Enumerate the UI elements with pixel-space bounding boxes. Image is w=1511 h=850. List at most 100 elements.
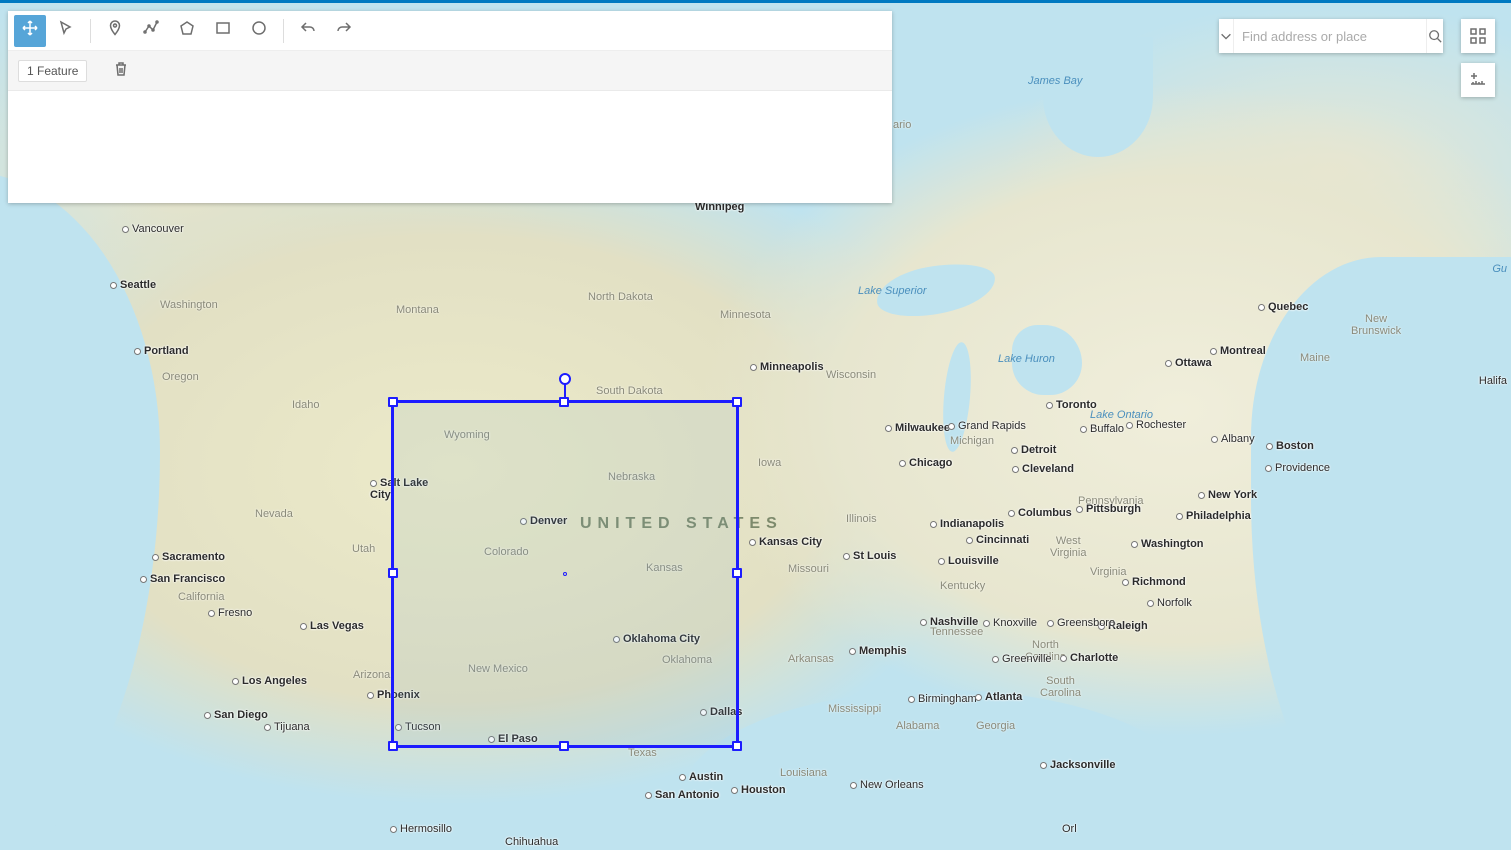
polygon-tool-button[interactable] — [171, 15, 203, 47]
state-minnesota: Minnesota — [720, 309, 771, 321]
pan-tool-button[interactable] — [14, 15, 46, 47]
city-orl: Orl — [1062, 823, 1077, 835]
undo-button[interactable] — [292, 15, 324, 47]
sketch-rectangle-feature[interactable] — [391, 400, 739, 748]
feature-info-bar: 1 Feature — [8, 51, 892, 91]
city-birmingham: Birmingham — [908, 693, 977, 705]
city-rochester: Rochester — [1126, 419, 1186, 431]
pacific-ocean-shape — [0, 172, 160, 850]
city-atlanta: Atlanta — [975, 691, 1022, 703]
city-quebec: Quebec — [1258, 301, 1308, 313]
city-houston: Houston — [731, 784, 786, 796]
city-los-angeles: Los Angeles — [232, 675, 307, 687]
city-philadelphia: Philadelphia — [1176, 510, 1251, 522]
state-idaho: Idaho — [292, 399, 320, 411]
redo-button[interactable] — [328, 15, 360, 47]
state-texas: Texas — [628, 747, 657, 759]
toolbar-separator — [283, 19, 284, 43]
pin-icon — [107, 20, 123, 41]
map-view[interactable]: UNITED STATES James Bay Lake Superior La… — [0, 3, 1511, 850]
state-north-dakota: North Dakota — [588, 291, 653, 303]
state-arizona: Arizona — [353, 669, 390, 681]
city-providence: Providence — [1265, 462, 1330, 474]
resize-handle-n[interactable] — [559, 397, 569, 407]
james-bay-shape — [1043, 37, 1153, 157]
measure-button[interactable] — [1461, 63, 1495, 97]
state-missouri: Missouri — [788, 563, 829, 575]
city-las-vegas: Las Vegas — [300, 620, 364, 632]
state-washington: Washington — [160, 299, 218, 311]
state-mississippi: Mississippi — [828, 703, 881, 715]
state-illinois: Illinois — [846, 513, 877, 525]
search-source-dropdown[interactable] — [1219, 19, 1234, 53]
prov-ontario: ario — [893, 119, 911, 131]
city-minneapolis: Minneapolis — [750, 361, 824, 373]
city-tijuana: Tijuana — [264, 721, 310, 733]
polyline-tool-button[interactable] — [135, 15, 167, 47]
resize-handle-sw[interactable] — [388, 741, 398, 751]
rectangle-tool-button[interactable] — [207, 15, 239, 47]
state-iowa: Iowa — [758, 457, 781, 469]
move-icon — [22, 20, 38, 41]
city-grand-rapids: Grand Rapids — [948, 420, 1026, 432]
city-new-york: New York — [1198, 489, 1257, 501]
resize-handle-s[interactable] — [559, 741, 569, 751]
city-norfolk: Norfolk — [1147, 597, 1192, 609]
city-san-diego: San Diego — [204, 709, 268, 721]
city-pittsburgh: Pittsburgh — [1076, 503, 1141, 515]
rotate-handle[interactable] — [559, 373, 571, 385]
city-washington-dc: Washington — [1131, 538, 1204, 550]
polygon-icon — [179, 20, 195, 41]
state-oregon: Oregon — [162, 371, 199, 383]
circle-icon — [251, 20, 267, 41]
state-california: California — [178, 591, 224, 603]
sketch-panel: 1 Feature — [8, 11, 892, 203]
state-arkansas: Arkansas — [788, 653, 834, 665]
city-toronto: Toronto — [1046, 399, 1097, 411]
water-label-lake-superior: Lake Superior — [858, 285, 927, 297]
city-detroit: Detroit — [1011, 444, 1056, 456]
search-input[interactable] — [1234, 29, 1426, 44]
city-chihuahua: Chihuahua — [505, 836, 558, 848]
sketch-toolbar — [8, 11, 892, 51]
city-chicago: Chicago — [899, 457, 952, 469]
resize-handle-w[interactable] — [388, 568, 398, 578]
select-tool-button[interactable] — [50, 15, 82, 47]
undo-icon — [300, 20, 316, 41]
resize-handle-e[interactable] — [732, 568, 742, 578]
city-kansas-city: Kansas City — [749, 536, 822, 548]
city-fresno: Fresno — [208, 607, 252, 619]
resize-handle-se[interactable] — [732, 741, 742, 751]
basemap-gallery-button[interactable] — [1461, 19, 1495, 53]
city-portland: Portland — [134, 345, 189, 357]
city-montreal: Montreal — [1210, 345, 1266, 357]
city-cleveland: Cleveland — [1012, 463, 1074, 475]
point-tool-button[interactable] — [99, 15, 131, 47]
search-button[interactable] — [1426, 19, 1443, 53]
city-halifax: Halifa — [1479, 375, 1507, 387]
water-label-lake-huron: Lake Huron — [998, 353, 1055, 365]
state-michigan: Michigan — [950, 435, 994, 447]
state-south-dakota: South Dakota — [596, 385, 663, 397]
city-boston: Boston — [1266, 440, 1314, 452]
city-hermosillo: Hermosillo — [390, 823, 452, 835]
toolbar-separator — [90, 19, 91, 43]
city-knoxville: Knoxville — [983, 617, 1037, 629]
state-nevada: Nevada — [255, 508, 293, 520]
city-columbus: Columbus — [1008, 507, 1072, 519]
city-indianapolis: Indianapolis — [930, 518, 1004, 530]
cursor-icon — [58, 20, 74, 41]
city-jacksonville: Jacksonville — [1040, 759, 1115, 771]
state-kentucky: Kentucky — [940, 580, 985, 592]
resize-handle-ne[interactable] — [732, 397, 742, 407]
state-montana: Montana — [396, 304, 439, 316]
city-greensboro: Greensboro — [1047, 617, 1115, 629]
city-austin: Austin — [679, 771, 723, 783]
search-widget — [1219, 19, 1443, 53]
resize-handle-nw[interactable] — [388, 397, 398, 407]
circle-tool-button[interactable] — [243, 15, 275, 47]
city-charlotte: Charlotte — [1060, 652, 1118, 664]
state-alabama: Alabama — [896, 720, 939, 732]
city-milwaukee: Milwaukee — [885, 422, 950, 434]
delete-feature-button[interactable] — [107, 57, 135, 85]
